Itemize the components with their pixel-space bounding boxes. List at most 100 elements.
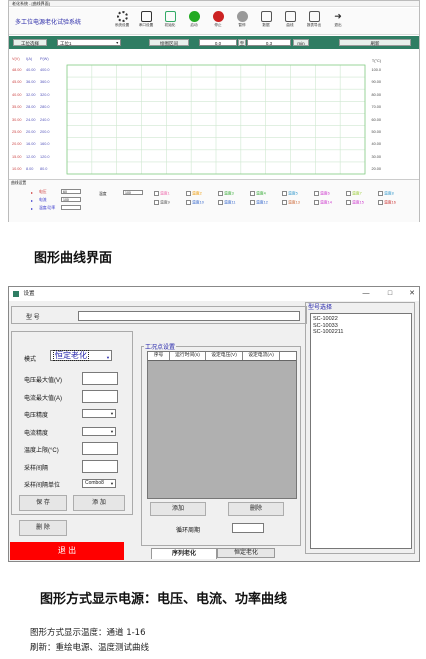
- model-input[interactable]: [78, 311, 300, 321]
- channel-label: 温度11: [224, 200, 236, 205]
- station-value: 工位1: [60, 41, 72, 46]
- channel-checkbox[interactable]: 温度5: [282, 191, 298, 197]
- param-input[interactable]: [82, 372, 118, 385]
- temp-max-input[interactable]: 100: [123, 190, 143, 195]
- chevron-down-icon: ▼: [110, 411, 114, 416]
- toolbar-start-button[interactable]: 启动: [181, 11, 207, 33]
- param-select[interactable]: ▼: [82, 409, 116, 418]
- model-list-title: 型号选择: [308, 305, 333, 311]
- channel-checkbox[interactable]: 温度1: [154, 191, 170, 197]
- toolbar-curve-button[interactable]: 曲线: [277, 11, 303, 33]
- refresh-button[interactable]: 刷新: [339, 39, 411, 46]
- channel-label: 温度1: [160, 191, 170, 196]
- minimize-icon[interactable]: —: [359, 287, 373, 301]
- cycle-input[interactable]: [232, 523, 264, 533]
- table-header-cell[interactable]: 设定电流(A): [243, 352, 280, 360]
- tab-sequence-aging[interactable]: 序列老化: [151, 548, 217, 559]
- curve-icon: [284, 11, 296, 22]
- channel-checkbox[interactable]: 温度8: [378, 191, 394, 197]
- checkbox-icon: [250, 191, 255, 196]
- channel-checkbox[interactable]: 温度4: [250, 191, 266, 197]
- add-button[interactable]: 添 加: [73, 495, 125, 511]
- channel-checkbox[interactable]: 温度2: [186, 191, 202, 197]
- param-input[interactable]: [82, 459, 118, 473]
- chart-grid: [66, 64, 366, 175]
- delete-point-button[interactable]: 删除: [228, 502, 284, 516]
- channel-checkbox[interactable]: 温度10: [186, 200, 204, 206]
- channel-label: 温度6: [320, 191, 330, 196]
- note-refresh: 刷新：重绘电源、温度测试曲线: [30, 643, 150, 653]
- toolbar-label: 曲线: [286, 23, 294, 27]
- arrow-icon: ▸: [31, 207, 33, 211]
- add-point-button[interactable]: 添加: [150, 502, 206, 516]
- range-end-input[interactable]: 0.3: [247, 39, 291, 46]
- checkbox-icon: [314, 191, 319, 196]
- param-label: 采样间隔: [24, 465, 49, 472]
- toolbar-pause-button[interactable]: 暂停: [229, 11, 255, 33]
- channel-checkbox[interactable]: 温度13: [282, 200, 300, 206]
- list-item[interactable]: SC-1002211: [313, 329, 409, 336]
- table-header-cell[interactable]: 运行时间(s): [170, 352, 206, 360]
- tab-constant-aging[interactable]: 恒定老化: [217, 548, 275, 558]
- curve-row-input[interactable]: [61, 205, 81, 210]
- checkbox-icon: [218, 191, 223, 196]
- arrow-icon: ▸: [31, 191, 33, 195]
- toolbar-label: 暂停: [238, 23, 246, 27]
- exit-button[interactable]: 退 出: [10, 542, 124, 560]
- toolbar-exit-button[interactable]: ➜ 退出: [325, 11, 351, 33]
- station-select-button[interactable]: 工位选择: [13, 39, 47, 46]
- window-titlebar: 老化系统 - [曲线界面]: [9, 1, 419, 7]
- toolbar-stop-button[interactable]: 停止: [205, 11, 231, 33]
- model-list[interactable]: SC-10022 SC-10033 SC-1002211: [310, 313, 412, 549]
- chevron-down-icon: ▼: [110, 481, 114, 486]
- curve-row-input[interactable]: 60: [61, 189, 81, 194]
- pause-icon: [236, 11, 248, 22]
- range-start-input[interactable]: 0.0: [199, 39, 237, 46]
- checkbox-icon: [282, 191, 287, 196]
- channel-checkbox[interactable]: 温度12: [250, 200, 268, 206]
- checkbox-icon: [378, 191, 383, 196]
- checkbox-icon: [378, 200, 383, 205]
- toolbar-label: 停止: [214, 23, 222, 27]
- station-dropdown[interactable]: 工位1 ▼: [57, 39, 121, 46]
- checkbox-icon: [314, 200, 319, 205]
- curve-row-label: 温度/功率: [39, 206, 56, 210]
- channel-label: 温度13: [288, 200, 300, 205]
- gear-icon: [116, 11, 128, 22]
- toolbar-data-button[interactable]: 数据: [253, 11, 279, 33]
- toolbar-label: 报表导出: [306, 23, 322, 27]
- toolbar-gear-button[interactable]: 系统设置: [109, 11, 135, 33]
- save-button[interactable]: 保 存: [19, 495, 67, 511]
- param-label: 电流精度: [24, 430, 49, 437]
- table-header-cell[interactable]: 设定电压(V): [206, 352, 243, 360]
- checkbox-icon: [186, 200, 191, 205]
- channel-checkbox[interactable]: 温度9: [154, 200, 170, 206]
- table-header-cell[interactable]: 序号: [148, 352, 170, 360]
- channel-checkbox[interactable]: 温度14: [314, 200, 332, 206]
- toolbar-refresh-button[interactable]: 初始化: [157, 11, 183, 33]
- param-input[interactable]: [82, 442, 118, 455]
- param-select[interactable]: Combo8 ▼: [82, 479, 116, 488]
- port-icon: [140, 11, 152, 22]
- toolbar-report-button[interactable]: 报表导出: [301, 11, 327, 33]
- caption-power-curves: 图形方式显示电源：电压、电流、功率曲线: [40, 592, 288, 607]
- curve-row-input[interactable]: 100: [61, 197, 81, 202]
- mode-select[interactable]: 恒定老化 ▼: [50, 350, 112, 361]
- delete-button[interactable]: 删 除: [19, 520, 67, 536]
- workpoint-table[interactable]: 序号 运行时间(s) 设定电压(V) 设定电流(A): [147, 351, 297, 499]
- channel-checkbox[interactable]: 温度7: [346, 191, 362, 197]
- checkbox-icon: [154, 191, 159, 196]
- toolbar-port-button[interactable]: 串口设置: [133, 11, 159, 33]
- param-select[interactable]: ▼: [82, 426, 116, 436]
- channel-checkbox[interactable]: 温度16: [378, 200, 396, 206]
- mode-label: 模式: [24, 357, 37, 363]
- maximize-icon[interactable]: □: [383, 287, 397, 301]
- workpoint-title: 工况点设置: [144, 342, 177, 351]
- channel-checkbox[interactable]: 温度15: [346, 200, 364, 206]
- channel-checkbox[interactable]: 温度11: [218, 200, 236, 206]
- channel-checkbox[interactable]: 温度3: [218, 191, 234, 197]
- param-label: 采样间隔单位: [24, 483, 61, 489]
- close-icon[interactable]: ✕: [405, 287, 419, 301]
- channel-checkbox[interactable]: 温度6: [314, 191, 330, 197]
- param-input[interactable]: [82, 389, 118, 403]
